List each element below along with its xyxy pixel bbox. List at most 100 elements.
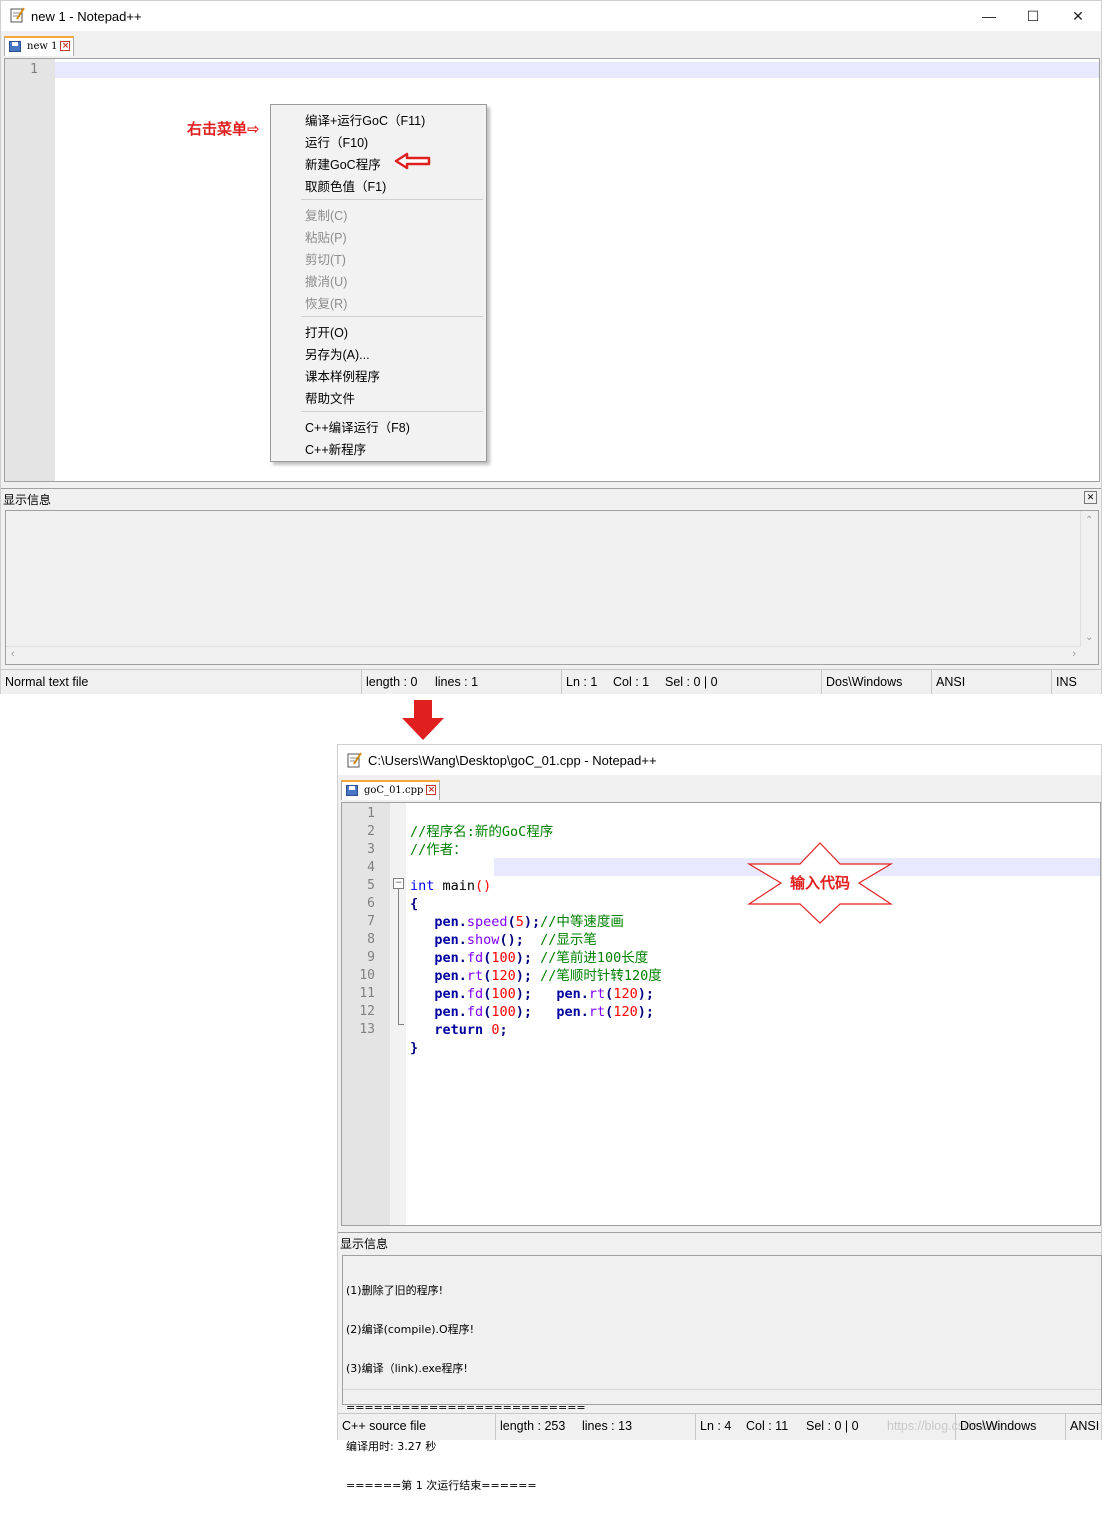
code-line-12: return 0; — [434, 1022, 508, 1038]
status-encoding: ANSI — [1065, 1414, 1099, 1440]
output-panel-header: 显示信息 — [338, 1232, 1101, 1253]
menu-item-pick-color[interactable]: 取颜色值（F1) — [305, 176, 386, 195]
status-bar: Normal text file length : 0 lines : 1 Ln… — [1, 669, 1101, 694]
save-icon — [9, 41, 21, 52]
status-mode: INS — [1051, 670, 1077, 694]
menu-item-help[interactable]: 帮助文件 — [305, 388, 355, 407]
output-panel: ⌃ ⌄ ‹ › — [5, 510, 1099, 665]
title-bar: new 1 - Notepad++ — ☐ ✕ — [1, 1, 1101, 31]
save-icon — [346, 785, 358, 796]
scroll-down-icon[interactable]: ⌄ — [1085, 632, 1093, 643]
status-sel: Sel : 0 | 0 — [806, 1419, 859, 1433]
menu-item-save-as[interactable]: 另存为(A)... — [305, 344, 370, 363]
line-number: 1 — [30, 62, 38, 77]
status-file-type: C++ source file — [342, 1419, 427, 1433]
horizontal-scrollbar[interactable] — [343, 1389, 1101, 1404]
tab-bar: new 1 × — [1, 33, 1101, 57]
menu-item-sample-programs[interactable]: 课本样例程序 — [305, 366, 380, 385]
menu-separator — [301, 199, 483, 200]
output-text: (1)删除了旧的程序! (2)编译(compile).O程序! (3)编译（li… — [346, 1258, 586, 1518]
menu-item-cpp-new[interactable]: C++新程序 — [305, 439, 366, 458]
code-line-7: pen.show(); //显示笔 — [434, 932, 597, 948]
code-line-8: pen.fd(100); //笔前进100长度 — [434, 950, 649, 966]
notepad-app-icon — [347, 752, 362, 768]
tab-label: goC_01.cpp — [364, 785, 424, 796]
output-line: (1)删除了旧的程序! — [346, 1284, 443, 1297]
status-file-type: Normal text file — [5, 675, 89, 689]
right-click-annotation: 右击菜单⇨ — [187, 121, 260, 138]
notepad-app-icon — [10, 7, 25, 23]
fold-end — [398, 1024, 404, 1025]
status-length: length : 0 — [361, 670, 417, 694]
menu-item-paste: 粘贴(P) — [305, 231, 347, 245]
horizontal-scrollbar[interactable]: ‹ › — [6, 646, 1081, 664]
code-line-11: pen.fd(100); pen.rt(120); — [434, 1004, 654, 1020]
window-title: C:\Users\Wang\Desktop\goC_01.cpp - Notep… — [368, 753, 657, 768]
code-line-10: pen.fd(100); pen.rt(120); — [434, 986, 654, 1002]
pointer-arrow-icon — [394, 152, 431, 170]
scroll-right-icon[interactable]: › — [1072, 648, 1076, 660]
tab-close-icon[interactable]: × — [426, 785, 437, 795]
window-title: new 1 - Notepad++ — [31, 9, 142, 24]
menu-item-redo: 恢复(R) — [305, 297, 348, 311]
panel-close-icon[interactable]: ✕ — [1084, 491, 1097, 504]
menu-item-compile-run-goc[interactable]: 编译+运行GoC（F11) — [305, 110, 425, 129]
down-arrow-icon — [402, 700, 444, 740]
status-bar: C++ source file length : 253 lines : 13 … — [338, 1413, 1101, 1440]
tab-goc01-cpp[interactable]: goC_01.cpp × — [341, 780, 441, 800]
status-col: Col : 1 — [613, 675, 650, 689]
status-ln: Ln : 1 — [561, 670, 597, 694]
minimize-button[interactable]: — — [967, 3, 1011, 29]
editor-area[interactable]: 1 — [4, 58, 1100, 482]
tab-close-icon[interactable]: × — [60, 41, 71, 51]
output-panel-header: 显示信息 ✕ — [1, 488, 1101, 509]
output-line: ======第 1 次运行结束====== — [346, 1479, 537, 1492]
status-eol: Dos\Windows — [821, 670, 902, 694]
menu-item-cut: 剪切(T) — [305, 253, 346, 267]
line-number: 7 — [367, 914, 375, 929]
line-numbers: 1 2 3 4 5 6 7 8 9 10 11 12 13 — [342, 805, 375, 1039]
vertical-scrollbar[interactable]: ⌃ ⌄ — [1080, 511, 1098, 647]
title-bar: C:\Users\Wang\Desktop\goC_01.cpp - Notep… — [338, 745, 1101, 775]
output-panel: (1)删除了旧的程序! (2)编译(compile).O程序! (3)编译（li… — [342, 1255, 1102, 1492]
status-encoding: ANSI — [931, 670, 965, 694]
output-line: (3)编译（link).exe程序! — [346, 1362, 468, 1375]
code-line-2: //作者： — [410, 842, 467, 858]
code-line-9: pen.rt(120); //笔顺时针转120度 — [434, 968, 662, 984]
status-sel: Sel : 0 | 0 — [665, 675, 718, 689]
code-line-1: //程序名:新的GoC程序 — [410, 824, 554, 840]
code-line-13: } — [410, 1040, 419, 1056]
fold-line — [398, 888, 399, 1024]
current-line-highlight — [55, 62, 1099, 78]
menu-item-copy: 复制(C) — [305, 209, 348, 223]
line-number: 10 — [359, 968, 375, 983]
line-number: 5 — [367, 878, 375, 893]
status-eol: Dos\Windows — [955, 1414, 1036, 1440]
line-number: 3 — [367, 842, 375, 857]
notepad-window-1: new 1 - Notepad++ — ☐ ✕ new 1 × 1 显示信息 ✕… — [0, 0, 1102, 694]
menu-item-run[interactable]: 运行（F10) — [305, 132, 368, 151]
input-code-annotation: 输入代码 — [790, 875, 851, 892]
tab-bar: goC_01.cpp × — [338, 777, 1101, 801]
menu-item-open[interactable]: 打开(O) — [305, 322, 348, 341]
line-number: 1 — [367, 806, 375, 821]
status-length: length : 253 — [495, 1414, 565, 1440]
maximize-button[interactable]: ☐ — [1011, 3, 1055, 29]
tab-new-1[interactable]: new 1 × — [4, 36, 75, 56]
status-lines: lines : 1 — [435, 675, 479, 689]
status-ln: Ln : 4 — [695, 1414, 731, 1440]
close-button[interactable]: ✕ — [1056, 3, 1100, 29]
scroll-up-icon[interactable]: ⌃ — [1085, 515, 1093, 526]
scroll-left-icon[interactable]: ‹ — [11, 648, 15, 660]
line-number: 13 — [359, 1022, 375, 1037]
menu-item-new-goc[interactable]: 新建GoC程序 — [305, 154, 381, 173]
code-text: //程序名:新的GoC程序 //作者： int main() { pen.speed… — [410, 805, 662, 1093]
tab-label: new 1 — [27, 41, 58, 52]
line-number: 6 — [367, 896, 375, 911]
code-line-6: pen.speed(5);//中等速度画 — [434, 914, 624, 930]
menu-item-cpp-compile-run[interactable]: C++编译运行（F8) — [305, 417, 410, 436]
code-editor[interactable]: 1 2 3 4 5 6 7 8 9 10 11 12 13 − //程序名:新的… — [341, 802, 1101, 1226]
menu-item-undo: 撤消(U) — [305, 275, 348, 289]
menu-separator — [301, 316, 483, 317]
